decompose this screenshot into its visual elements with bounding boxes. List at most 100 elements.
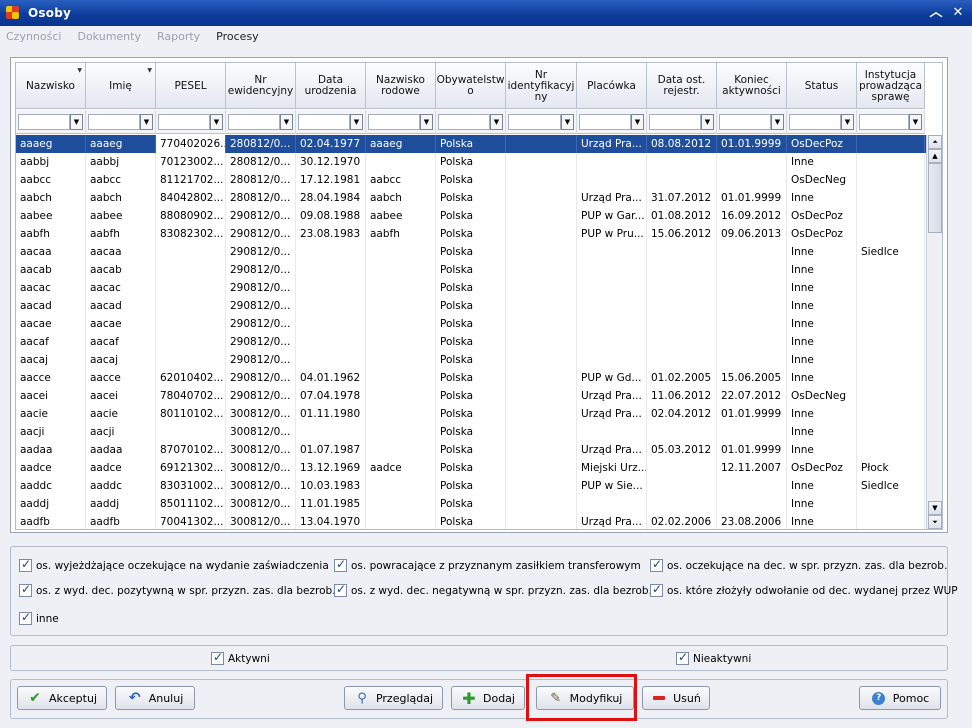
cell-imie[interactable]: aacad	[86, 297, 156, 315]
cell-data-ost-rejestr[interactable]: 11.06.2012	[647, 387, 717, 405]
cell-pesel[interactable]: 70041302...	[156, 513, 226, 529]
cell-nazwisko-rodowe[interactable]	[366, 387, 436, 405]
cell-placowka[interactable]: Urząd Pra...	[577, 387, 647, 405]
table-row[interactable]: aacaj aacaj 290812/0... Polska Inne	[16, 351, 926, 369]
cell-nazwisko[interactable]: aacie	[16, 405, 86, 423]
cell-koniec-aktywnosci[interactable]: 01.01.9999	[717, 405, 787, 423]
cell-data-ost-rejestr[interactable]	[647, 243, 717, 261]
filter-combo-input[interactable]	[158, 114, 210, 130]
cell-instytucja[interactable]	[857, 135, 925, 153]
cell-placowka[interactable]	[577, 153, 647, 171]
cell-nr-identyfikacyjny[interactable]	[506, 189, 577, 207]
cell-imie[interactable]: aaaeg	[86, 135, 156, 153]
table-row[interactable]: aacji aacji 300812/0... Polska Inne	[16, 423, 926, 441]
cell-instytucja[interactable]	[857, 261, 925, 279]
cell-status[interactable]: Inne	[787, 495, 857, 513]
checkbox[interactable]	[19, 582, 32, 597]
cell-nr-identyfikacyjny[interactable]	[506, 225, 577, 243]
cell-nr-identyfikacyjny[interactable]	[506, 459, 577, 477]
cell-nazwisko[interactable]: aaddc	[16, 477, 86, 495]
cell-koniec-aktywnosci[interactable]: 15.06.2005	[717, 369, 787, 387]
cell-status[interactable]: Inne	[787, 333, 857, 351]
cell-data-ost-rejestr[interactable]: 31.07.2012	[647, 189, 717, 207]
cell-pesel[interactable]: 80110102...	[156, 405, 226, 423]
cell-nr-ewidencyjny[interactable]: 300812/0...	[226, 459, 296, 477]
menu-dokumenty[interactable]: Dokumenty	[77, 30, 140, 43]
cell-imie[interactable]: aabcc	[86, 171, 156, 189]
cell-instytucja[interactable]	[857, 351, 925, 369]
cell-nazwisko[interactable]: aabch	[16, 189, 86, 207]
inactive-checkbox-option[interactable]: Nieaktywni	[676, 650, 751, 665]
cell-nr-ewidencyjny[interactable]: 300812/0...	[226, 405, 296, 423]
cell-instytucja[interactable]	[857, 171, 925, 189]
cell-imie[interactable]: aacaa	[86, 243, 156, 261]
checkbox[interactable]	[676, 650, 689, 665]
cell-obywatelstwo[interactable]: Polska	[436, 369, 506, 387]
filter-option[interactable]: os. z wyd. dec. negatywną w spr. przyzn.…	[334, 582, 652, 597]
cell-nr-ewidencyjny[interactable]: 300812/0...	[226, 495, 296, 513]
cell-pesel[interactable]: 62010402...	[156, 369, 226, 387]
filter-combo-input[interactable]	[859, 114, 909, 130]
cell-data-urodzenia[interactable]	[296, 315, 366, 333]
cell-status[interactable]: Inne	[787, 189, 857, 207]
cell-imie[interactable]: aabee	[86, 207, 156, 225]
cell-koniec-aktywnosci[interactable]	[717, 243, 787, 261]
cell-pesel[interactable]: 88080902...	[156, 207, 226, 225]
cell-placowka[interactable]	[577, 315, 647, 333]
cell-nr-ewidencyjny[interactable]: 290812/0...	[226, 297, 296, 315]
cell-data-ost-rejestr[interactable]: 01.02.2005	[647, 369, 717, 387]
cell-nr-ewidencyjny[interactable]: 290812/0...	[226, 261, 296, 279]
cell-nr-ewidencyjny[interactable]: 290812/0...	[226, 225, 296, 243]
column-header-nazwisko[interactable]: Nazwisko ▼	[16, 63, 86, 109]
cancel-button[interactable]: ↶ Anuluj	[115, 686, 195, 710]
title-bar[interactable]: Osoby ︿ ✕	[0, 0, 972, 26]
collapse-icon[interactable]: ︿	[928, 5, 944, 21]
cell-placowka[interactable]	[577, 333, 647, 351]
dropdown-arrow-icon[interactable]: ▼	[210, 114, 223, 130]
cell-koniec-aktywnosci[interactable]	[717, 279, 787, 297]
cell-status[interactable]: Inne	[787, 423, 857, 441]
column-header-data-urodzenia[interactable]: Data urodzenia	[296, 63, 366, 109]
cell-data-urodzenia[interactable]: 07.04.1978	[296, 387, 366, 405]
cell-placowka[interactable]	[577, 261, 647, 279]
cell-placowka[interactable]: Urząd Pra...	[577, 405, 647, 423]
cell-status[interactable]: Inne	[787, 153, 857, 171]
cell-status[interactable]: Inne	[787, 513, 857, 529]
cell-nazwisko[interactable]: aadce	[16, 459, 86, 477]
column-header-nr-ewidencyjny[interactable]: Nr ewidencyjny	[226, 63, 296, 109]
dropdown-arrow-icon[interactable]: ▼	[841, 114, 854, 130]
cell-nazwisko[interactable]: aabbj	[16, 153, 86, 171]
cell-data-ost-rejestr[interactable]	[647, 477, 717, 495]
cell-obywatelstwo[interactable]: Polska	[436, 171, 506, 189]
cell-nr-identyfikacyjny[interactable]	[506, 207, 577, 225]
cell-obywatelstwo[interactable]: Polska	[436, 297, 506, 315]
checkbox[interactable]	[19, 557, 32, 572]
filter-combo-input[interactable]	[88, 114, 140, 130]
table-row[interactable]: aaddc aaddc 83031002... 300812/0... 10.03.19…	[16, 477, 926, 495]
cell-nazwisko-rodowe[interactable]	[366, 513, 436, 529]
cell-placowka[interactable]: Urząd Pra...	[577, 513, 647, 529]
cell-obywatelstwo[interactable]: Polska	[436, 135, 506, 153]
column-header-pesel[interactable]: PESEL	[156, 63, 226, 109]
table-row[interactable]: aaaeg aaaeg 770402026... 280812/0... 02.04.1…	[16, 135, 926, 153]
cell-imie[interactable]: aacab	[86, 261, 156, 279]
cell-koniec-aktywnosci[interactable]	[717, 171, 787, 189]
dropdown-arrow-icon[interactable]: ▼	[909, 114, 922, 130]
cell-koniec-aktywnosci[interactable]	[717, 297, 787, 315]
table-row[interactable]: aadaa aadaa 87070102... 300812/0... 01.07.19…	[16, 441, 926, 459]
cell-imie[interactable]: aacae	[86, 315, 156, 333]
cell-data-ost-rejestr[interactable]	[647, 333, 717, 351]
cell-pesel[interactable]	[156, 351, 226, 369]
scroll-down-icon[interactable]: ▼	[928, 501, 942, 515]
cell-koniec-aktywnosci[interactable]	[717, 351, 787, 369]
cell-obywatelstwo[interactable]: Polska	[436, 207, 506, 225]
scroll-thumb[interactable]	[928, 163, 942, 233]
cell-nr-ewidencyjny[interactable]: 290812/0...	[226, 243, 296, 261]
cell-obywatelstwo[interactable]: Polska	[436, 189, 506, 207]
cell-nazwisko-rodowe[interactable]	[366, 369, 436, 387]
cell-nr-identyfikacyjny[interactable]	[506, 441, 577, 459]
cell-nr-identyfikacyjny[interactable]	[506, 333, 577, 351]
cell-data-ost-rejestr[interactable]	[647, 495, 717, 513]
accept-button[interactable]: ✔ Akceptuj	[17, 686, 107, 710]
cell-data-urodzenia[interactable]	[296, 333, 366, 351]
